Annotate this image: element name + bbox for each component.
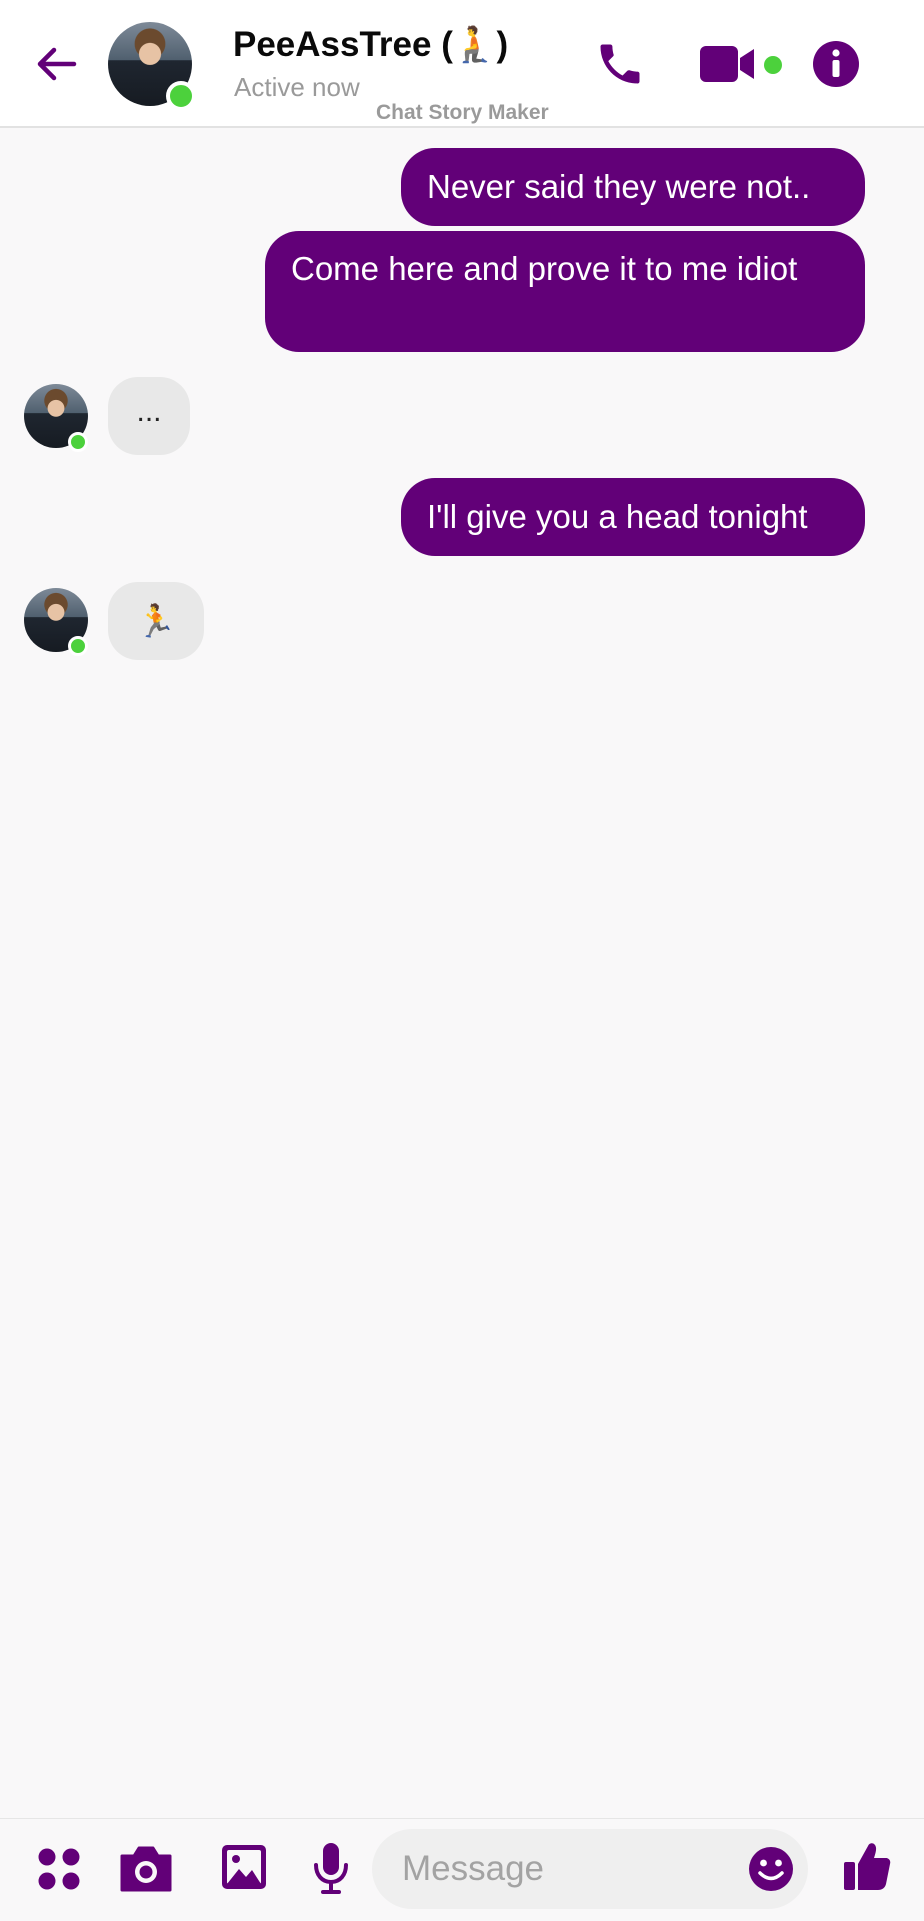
sent-message[interactable]: Come here and prove it to me idiot <box>265 231 865 352</box>
sent-message[interactable]: I'll give you a head tonight <box>401 478 865 556</box>
gallery-icon[interactable] <box>220 1843 268 1891</box>
info-icon[interactable] <box>812 40 860 88</box>
sent-message[interactable]: Never said they were not.. <box>401 148 865 226</box>
thumbs-up-icon[interactable] <box>842 1840 892 1892</box>
online-indicator <box>166 81 196 111</box>
online-indicator <box>68 432 88 452</box>
received-message[interactable]: 🏃 <box>108 582 204 660</box>
contact-name[interactable]: PeeAssTree (🧎) <box>233 24 508 66</box>
message-input[interactable]: Message <box>372 1829 808 1909</box>
phone-icon[interactable] <box>594 38 646 90</box>
apps-icon[interactable] <box>36 1846 82 1892</box>
received-message[interactable]: ... <box>108 377 190 455</box>
video-camera-icon[interactable] <box>698 44 758 84</box>
microphone-icon[interactable] <box>312 1841 350 1897</box>
active-status: Active now <box>234 72 360 102</box>
emoji-icon[interactable] <box>748 1846 794 1892</box>
video-online-dot <box>764 56 782 74</box>
online-indicator <box>68 636 88 656</box>
watermark: Chat Story Maker <box>376 101 549 124</box>
back-arrow-icon[interactable] <box>34 42 78 86</box>
camera-icon[interactable] <box>118 1844 174 1894</box>
